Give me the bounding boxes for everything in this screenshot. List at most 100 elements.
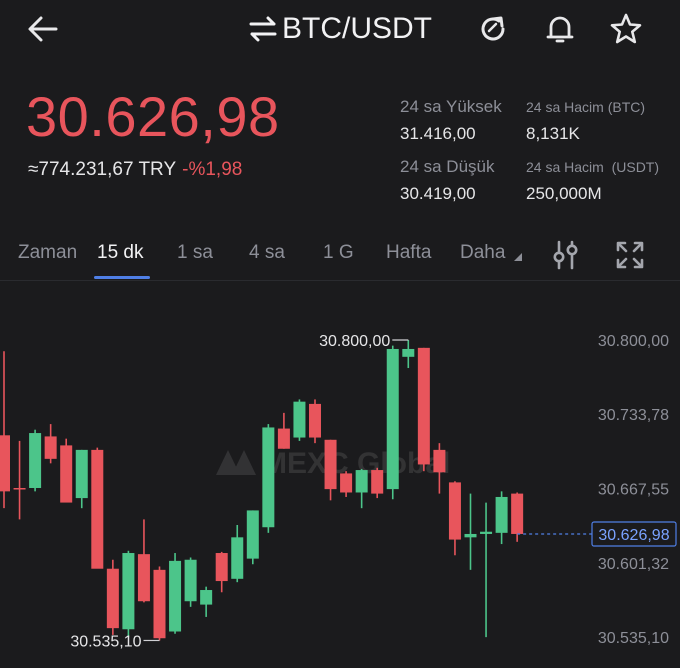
- candle: [293, 399, 306, 441]
- candle: [277, 412, 290, 449]
- candle-body: [75, 449, 88, 499]
- candle: [184, 557, 197, 607]
- candle: [262, 424, 275, 533]
- candle-body: [402, 348, 415, 357]
- refresh-icon[interactable]: [476, 12, 510, 46]
- candle-body: [386, 348, 399, 490]
- tab-more-label: Daha: [460, 242, 506, 263]
- candle: [355, 468, 368, 509]
- candle: [215, 551, 228, 593]
- candle: [75, 449, 88, 509]
- candle-body: [246, 510, 259, 559]
- candle-body: [153, 569, 166, 639]
- y-axis-label: 30.800,00: [598, 333, 669, 350]
- candle-body: [262, 427, 275, 528]
- candle: [402, 340, 415, 369]
- candle-body: [106, 568, 119, 629]
- volume-btc-value: 8,131K: [526, 124, 580, 143]
- candle-body: [91, 449, 104, 569]
- tab-4sa[interactable]: 4 sa: [249, 242, 285, 264]
- candle: [231, 524, 244, 583]
- interval-tabs: Zaman 15 dk 1 sa 4 sa 1 G Hafta Daha: [0, 228, 680, 280]
- candle-body: [495, 496, 508, 533]
- candle-body: [44, 436, 57, 459]
- pair-selector[interactable]: BTC/USDT: [248, 10, 432, 48]
- last-price: 30.626,98: [26, 85, 280, 148]
- candle: [169, 553, 182, 634]
- candle-body: [355, 470, 368, 493]
- candle: [153, 566, 166, 641]
- candle: [106, 559, 119, 635]
- low-label: 24 sa Düşük: [400, 157, 495, 176]
- candle: [91, 447, 104, 569]
- candle-body: [371, 470, 384, 494]
- candle-body: [433, 449, 446, 473]
- candle-body: [324, 439, 337, 490]
- pair-title: BTC/USDT: [282, 12, 432, 45]
- y-axis-label: 30.667,55: [598, 482, 669, 499]
- candle-body: [277, 428, 290, 449]
- candle: [340, 471, 353, 497]
- candle: [200, 586, 213, 617]
- tab-hafta[interactable]: Hafta: [386, 242, 431, 264]
- candle-body: [184, 559, 197, 602]
- volume-usdt-label: 24 sa Hacim (USDT): [526, 159, 660, 175]
- low-marker-label: 30.535,10: [70, 633, 141, 650]
- tab-1sa[interactable]: 1 sa: [177, 242, 213, 264]
- price-subline: ≈774.231,67 TRY -%1,98: [28, 159, 242, 181]
- candle: [246, 510, 259, 565]
- candle: [386, 345, 399, 500]
- candle-body: [137, 554, 150, 602]
- candle-body: [122, 553, 135, 630]
- candle: [0, 351, 10, 509]
- volume-usdt-value: 250,000M: [526, 184, 602, 203]
- back-arrow-icon[interactable]: [26, 12, 60, 46]
- candle-body: [309, 403, 321, 438]
- swap-icon: [249, 16, 277, 42]
- candle-body: [200, 590, 213, 605]
- last-price-tag-label: 30.626,98: [598, 527, 669, 544]
- fullscreen-icon[interactable]: [615, 240, 645, 270]
- candle-body: [215, 553, 228, 582]
- candle: [371, 467, 384, 499]
- candle: [417, 347, 430, 472]
- y-axis-label: 30.535,10: [598, 630, 669, 647]
- star-icon[interactable]: [609, 12, 643, 46]
- low-value: 30.419,00: [400, 184, 476, 203]
- tab-more[interactable]: Daha: [460, 242, 522, 264]
- candle-body: [464, 533, 477, 538]
- candle-body: [231, 537, 244, 579]
- high-value: 31.416,00: [400, 124, 476, 143]
- candle: [29, 429, 42, 492]
- y-axis-label: 30.601,32: [598, 556, 669, 573]
- candle: [480, 502, 493, 638]
- candle-body: [293, 401, 306, 438]
- tab-zaman[interactable]: Zaman: [18, 242, 77, 264]
- candlestick-chart[interactable]: MEXC Global 30.800,0030.733,7830.667,553…: [0, 282, 680, 668]
- candle-body: [0, 435, 10, 492]
- candle-body: [417, 347, 430, 465]
- volume-btc-label: 24 sa Hacim (BTC): [526, 99, 646, 115]
- candle: [448, 481, 461, 556]
- candle-body: [448, 482, 461, 540]
- candle-body: [29, 433, 42, 488]
- high-label: 24 sa Yüksek: [400, 97, 502, 116]
- candle: [13, 440, 26, 520]
- tab-15dk[interactable]: 15 dk: [97, 242, 143, 264]
- bell-icon[interactable]: [543, 12, 577, 46]
- candle: [44, 424, 57, 464]
- candle: [309, 399, 321, 444]
- tab-1g[interactable]: 1 G: [323, 242, 354, 264]
- candle: [60, 438, 73, 503]
- y-axis-label: 30.733,78: [598, 407, 669, 424]
- candle: [137, 519, 150, 603]
- candle: [324, 439, 337, 501]
- candle-body: [511, 493, 524, 534]
- indicator-settings-icon[interactable]: [550, 240, 582, 270]
- candle-body: [169, 560, 182, 632]
- candle: [495, 491, 508, 545]
- high-marker-label: 30.800,00: [319, 333, 390, 350]
- candle: [122, 550, 135, 638]
- candle: [433, 443, 446, 494]
- corner-triangle-icon: [513, 253, 522, 261]
